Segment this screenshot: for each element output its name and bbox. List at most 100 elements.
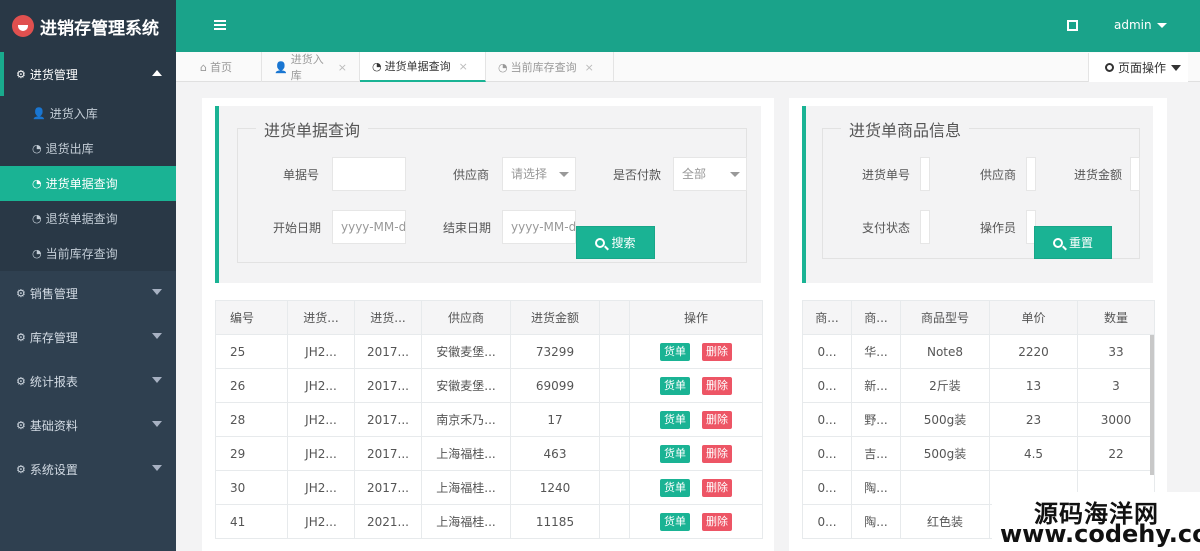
goods-scrollbar[interactable] <box>1150 335 1154 475</box>
table-row[interactable]: 41 JH2... 2021... 上海福桂... 11185 货单 删除 <box>215 504 763 539</box>
table-cell: 2017... <box>354 334 422 369</box>
column-header[interactable] <box>599 300 630 335</box>
view-order-button[interactable]: 货单 <box>660 342 690 361</box>
info-pay-status-field[interactable] <box>920 210 930 244</box>
menu-item-purchase-in[interactable]: 👤 进货入库 <box>0 96 176 131</box>
menu-basic-data[interactable]: ⚙ 基础资料 <box>0 403 176 447</box>
table-row[interactable]: 29 JH2... 2017... 上海福桂... 463 货单 删除 <box>215 436 763 471</box>
caret-down-icon <box>1156 23 1167 28</box>
reset-button[interactable]: 重置 <box>1034 226 1112 259</box>
menu-label: 统计报表 <box>29 374 78 389</box>
info-supplier-field[interactable] <box>1026 157 1036 191</box>
table-cell <box>599 436 630 471</box>
info-title: 进货单商品信息 <box>841 117 970 141</box>
tab-stock-query[interactable]: ◔ 当前库存查询 × <box>486 52 614 82</box>
table-cell: 新... <box>851 368 901 403</box>
view-order-button[interactable]: 货单 <box>660 478 690 497</box>
menu-inventory[interactable]: ⚙ 库存管理 <box>0 315 176 359</box>
delete-button[interactable]: 删除 <box>702 410 732 429</box>
menu-item-stock-query[interactable]: ◔ 当前库存查询 <box>0 236 176 271</box>
column-header[interactable]: 商... <box>802 300 852 335</box>
close-icon[interactable]: × <box>585 61 594 74</box>
start-date-input[interactable]: yyyy-MM-dd <box>332 210 406 244</box>
gears-icon: ⚙ <box>16 374 26 388</box>
table-row[interactable]: 30 JH2... 2017... 上海福桂... 1240 货单 删除 <box>215 470 763 505</box>
table-row[interactable]: 28 JH2... 2017... 南京禾乃... 17 货单 删除 <box>215 402 763 437</box>
table-header-row: 商... 商... 商品型号 单价 数量 <box>802 300 1155 335</box>
supplier-select[interactable]: 请选择 <box>502 157 576 191</box>
tab-purchase-in[interactable]: 👤 进货入库 × <box>262 52 360 82</box>
view-order-button[interactable]: 货单 <box>660 512 690 531</box>
dashboard-icon: ◔ <box>32 212 42 225</box>
table-cell: 2017... <box>354 402 422 437</box>
delete-button[interactable]: 删除 <box>702 342 732 361</box>
table-row[interactable]: 0... 新... 2斤装 13 3 <box>802 368 1155 403</box>
table-cell: 26 <box>215 368 288 403</box>
delete-button[interactable]: 删除 <box>702 512 732 531</box>
end-date-input[interactable]: yyyy-MM-dd <box>502 210 576 244</box>
menu-purchase[interactable]: ⚙ 进货管理 <box>0 52 176 96</box>
table-cell: JH2... <box>287 504 355 539</box>
table-row[interactable]: 0... 吉... 500g装 4.5 22 <box>802 436 1155 471</box>
tab-purchase-query[interactable]: ◔ 进货单据查询 × <box>360 52 486 82</box>
caret-down-icon <box>152 465 162 471</box>
table-cell: 安徽麦堡... <box>421 368 511 403</box>
circle-dot-icon <box>1105 63 1114 72</box>
column-header[interactable]: 供应商 <box>421 300 511 335</box>
column-header[interactable]: 数量 <box>1077 300 1155 335</box>
menu-label: 库存管理 <box>29 330 78 345</box>
menu-item-return-query[interactable]: ◔ 退货单据查询 <box>0 201 176 236</box>
delete-button[interactable]: 删除 <box>702 444 732 463</box>
view-order-button[interactable]: 货单 <box>660 410 690 429</box>
table-cell: 30 <box>215 470 288 505</box>
column-header[interactable]: 进货... <box>287 300 355 335</box>
view-order-button[interactable]: 货单 <box>660 376 690 395</box>
column-header[interactable]: 商品型号 <box>900 300 990 335</box>
table-row[interactable]: 0... 华... Note8 2220 33 <box>802 334 1155 369</box>
caret-up-icon <box>152 70 162 76</box>
info-order-no-field[interactable] <box>920 157 930 191</box>
actions-cell: 货单 删除 <box>629 436 763 471</box>
delete-button[interactable]: 删除 <box>702 478 732 497</box>
close-icon[interactable]: × <box>459 60 468 73</box>
fullscreen-icon[interactable] <box>1067 20 1078 31</box>
paid-select[interactable]: 全部 <box>673 157 747 191</box>
table-row[interactable]: 25 JH2... 2017... 安徽麦堡... 73299 货单 删除 <box>215 334 763 369</box>
menu-sales[interactable]: ⚙ 销售管理 <box>0 271 176 315</box>
caret-down-icon <box>152 289 162 295</box>
column-header[interactable]: 商... <box>851 300 901 335</box>
menu-reports[interactable]: ⚙ 统计报表 <box>0 359 176 403</box>
menu-system[interactable]: ⚙ 系统设置 <box>0 447 176 491</box>
close-icon[interactable]: × <box>338 61 347 74</box>
table-cell: 野... <box>851 402 901 437</box>
column-header[interactable]: 进货... <box>354 300 422 335</box>
menu-item-label: 退货出库 <box>45 142 94 156</box>
menu-toggle-icon[interactable] <box>214 20 226 30</box>
column-header[interactable]: 编号 <box>215 300 288 335</box>
table-cell: 41 <box>215 504 288 539</box>
table-cell: 0... <box>802 470 852 505</box>
search-button[interactable]: 搜索 <box>576 226 655 259</box>
info-amount-field[interactable] <box>1130 157 1140 191</box>
order-no-input[interactable] <box>332 157 406 191</box>
table-row[interactable]: 0... 野... 500g装 23 3000 <box>802 402 1155 437</box>
table-cell: 2017... <box>354 436 422 471</box>
menu-item-return-out[interactable]: ◔ 退货出库 <box>0 131 176 166</box>
menu-item-purchase-query[interactable]: ◔ 进货单据查询 <box>0 166 176 201</box>
table-row[interactable]: 26 JH2... 2017... 安徽麦堡... 69099 货单 删除 <box>215 368 763 403</box>
tab-home[interactable]: ⌂ 首页 <box>188 52 262 82</box>
menu-item-label: 进货单据查询 <box>45 177 118 191</box>
view-order-button[interactable]: 货单 <box>660 444 690 463</box>
column-header[interactable]: 单价 <box>989 300 1078 335</box>
delete-button[interactable]: 删除 <box>702 376 732 395</box>
reset-label: 重置 <box>1068 236 1093 250</box>
table-cell: 28 <box>215 402 288 437</box>
column-header[interactable]: 进货金额 <box>510 300 600 335</box>
gears-icon: ⚙ <box>16 462 26 476</box>
table-cell: 69099 <box>510 368 600 403</box>
page-operations-button[interactable]: 页面操作 <box>1088 53 1188 82</box>
user-menu[interactable]: admin <box>1114 18 1167 32</box>
table-cell: 0... <box>802 402 852 437</box>
submenu-purchase: 👤 进货入库 ◔ 退货出库 ◔ 进货单据查询 ◔ 退货单据查询 ◔ 当前库存查询 <box>0 96 176 271</box>
menu-item-label: 退货单据查询 <box>45 212 118 226</box>
